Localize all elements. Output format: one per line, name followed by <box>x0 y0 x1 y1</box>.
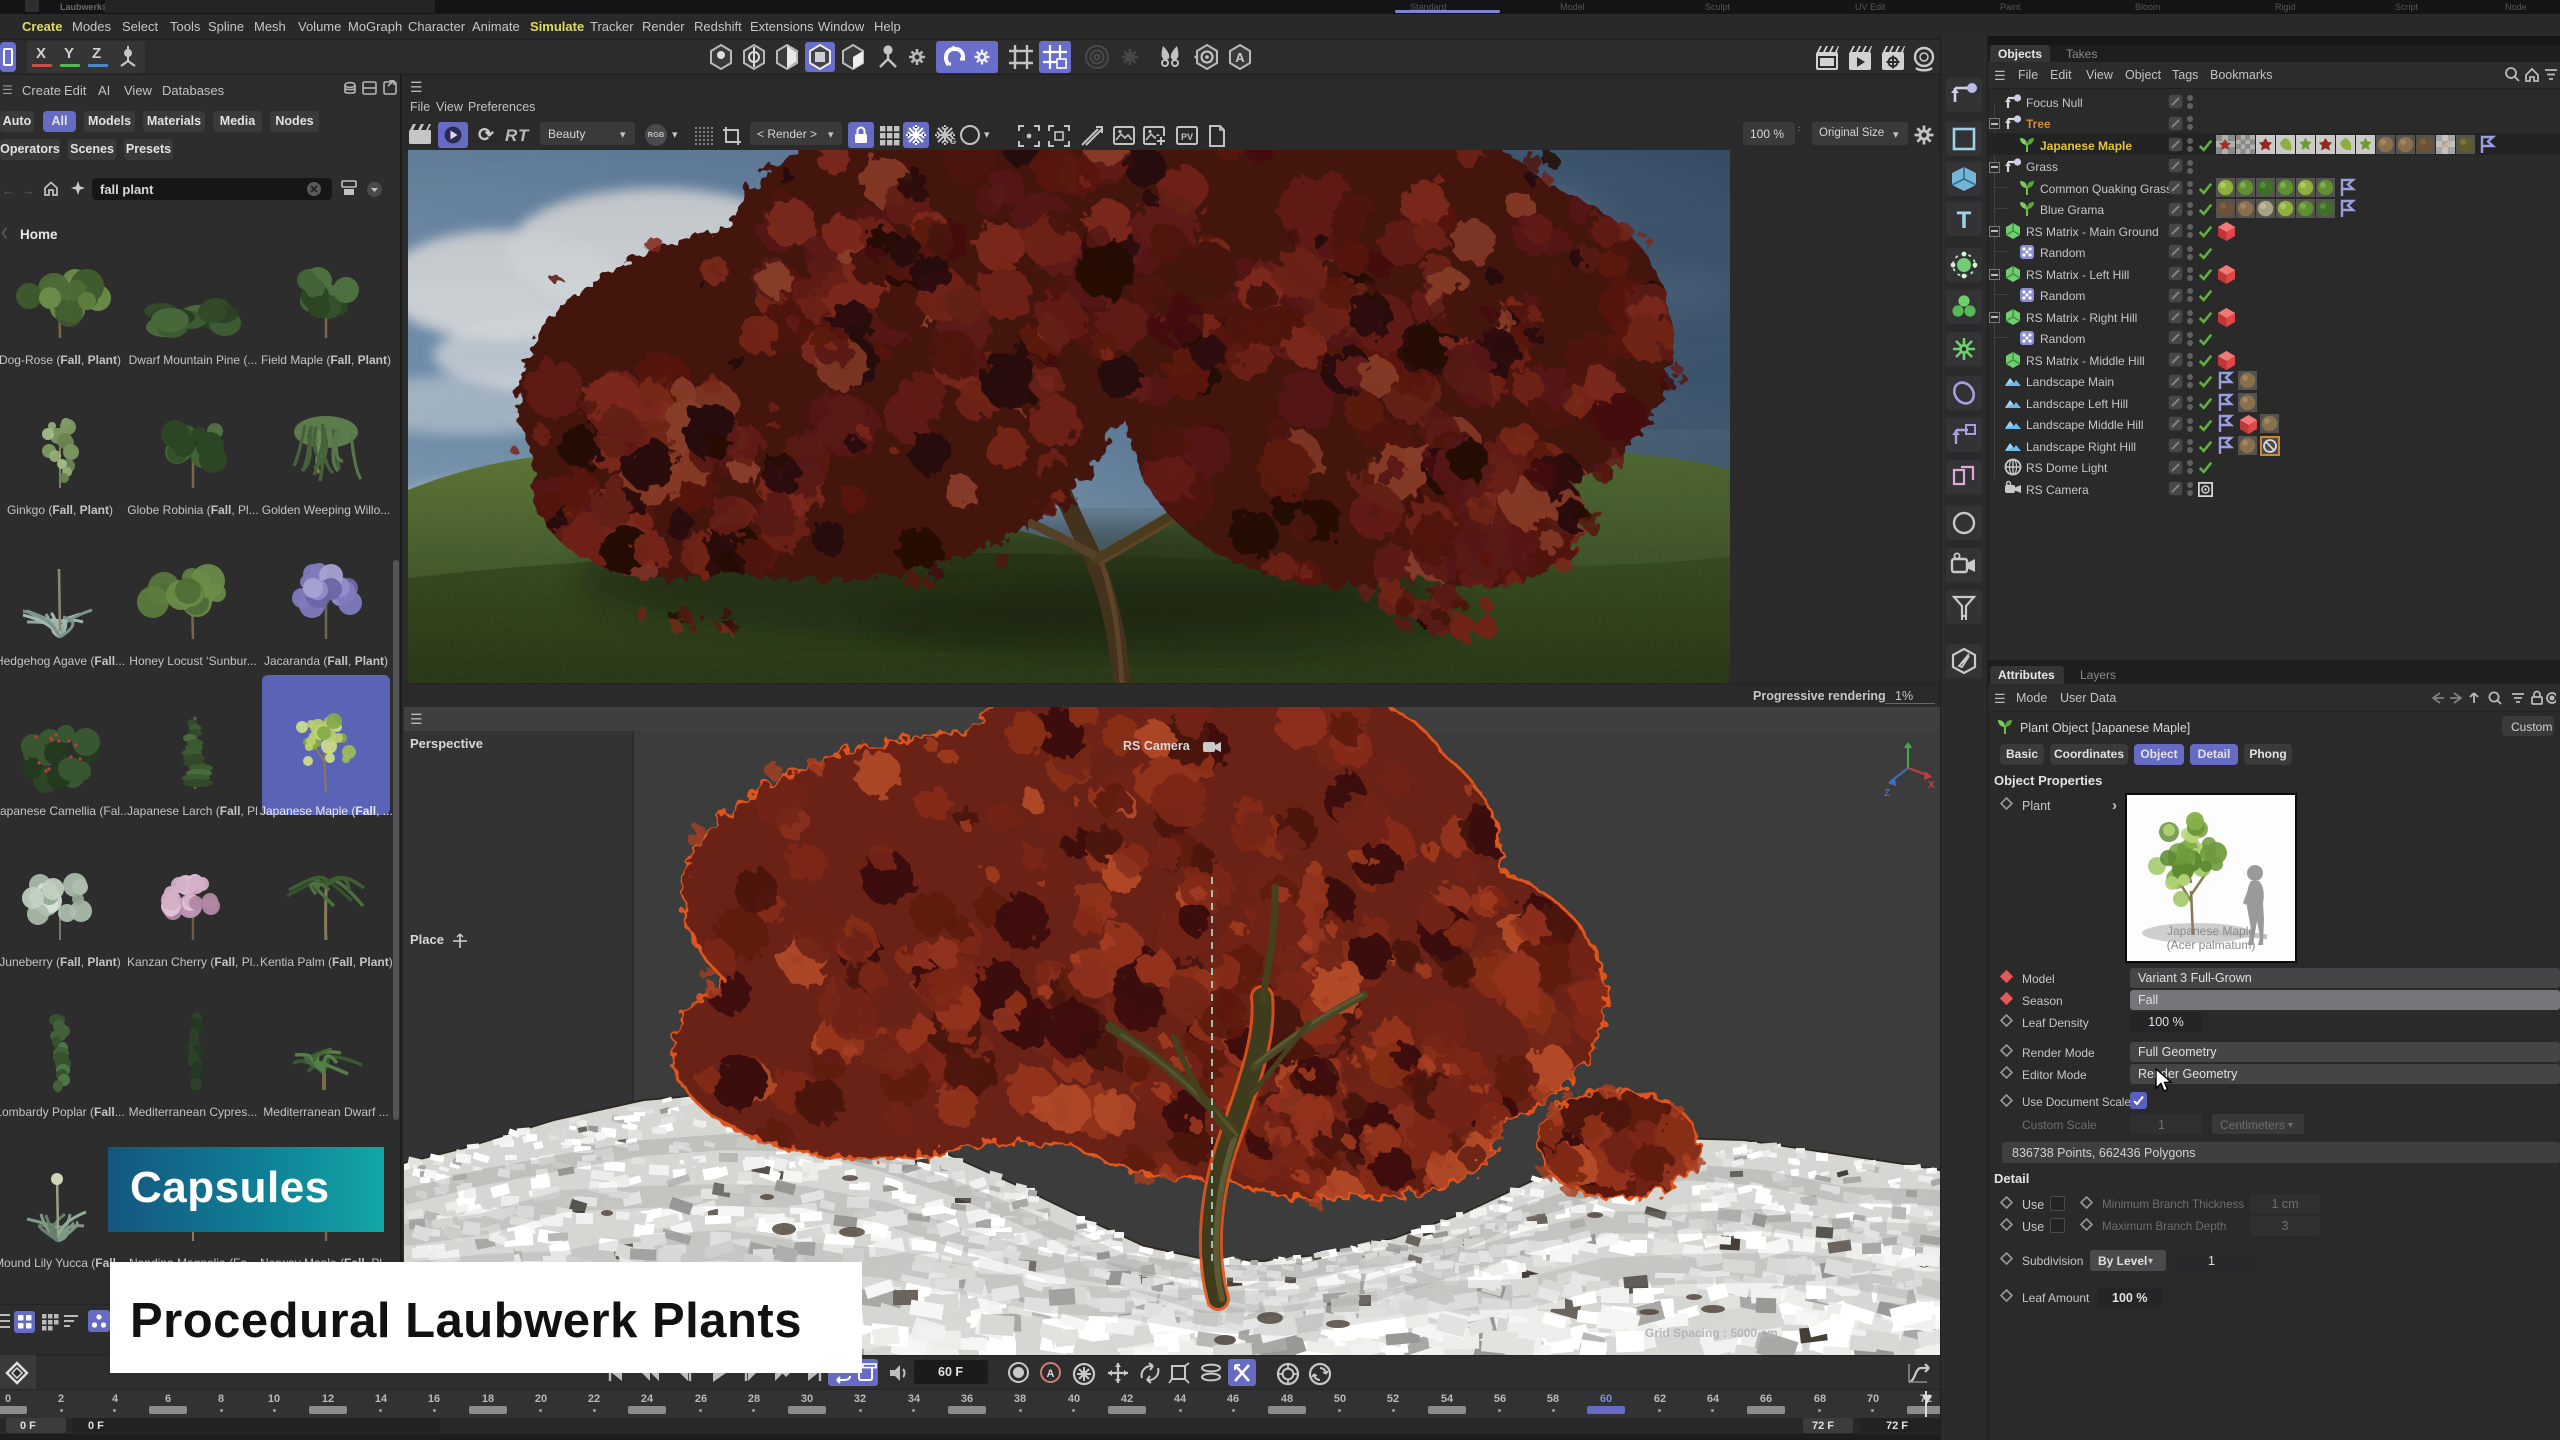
svg-text:X: X <box>1928 780 1935 791</box>
svg-text:T: T <box>1957 207 1972 234</box>
svg-text:Z: Z <box>1884 788 1890 799</box>
svg-text:PV: PV <box>1181 132 1193 142</box>
svg-text:A: A <box>1235 50 1245 65</box>
svg-text:Japanese Maple: Japanese Maple <box>2167 924 2255 938</box>
svg-text:(Acer palmatum): (Acer palmatum) <box>2167 938 2256 952</box>
svg-text:Y: Y <box>1905 744 1912 755</box>
